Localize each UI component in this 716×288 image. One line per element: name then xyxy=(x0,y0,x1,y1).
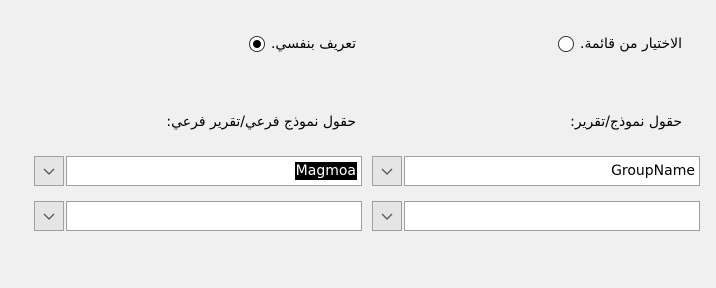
report-field-combo-2[interactable] xyxy=(404,201,700,231)
report-field-dropdown-1[interactable] xyxy=(372,156,402,186)
subreport-field-combo-2[interactable] xyxy=(66,201,362,231)
subreport-field-value-1[interactable]: Magmoa xyxy=(294,162,357,180)
subreport-fields-label: حقول نموذج فرعي/تقرير فرعي: xyxy=(166,114,356,130)
choose-from-list-option[interactable]: الاختيار من قائمة. xyxy=(558,33,682,55)
subreport-field-combo-1[interactable]: Magmoa xyxy=(66,156,362,186)
define-myself-option[interactable]: تعريف بنفسي. xyxy=(248,33,356,55)
define-myself-radio[interactable] xyxy=(248,36,265,52)
field-linker-panel: الاختيار من قائمة. تعريف بنفسي. حقول نمو… xyxy=(0,0,716,288)
chevron-down-icon xyxy=(381,168,393,175)
choose-from-list-radio[interactable] xyxy=(558,36,575,52)
subreport-field-dropdown-2[interactable] xyxy=(34,201,64,231)
report-field-combo-1[interactable]: GroupName xyxy=(404,156,700,186)
chevron-down-icon xyxy=(381,213,393,220)
chevron-down-icon xyxy=(43,168,55,175)
report-field-value-1[interactable]: GroupName xyxy=(611,162,695,180)
report-fields-label: حقول نموذج/تقرير: xyxy=(570,114,682,130)
subreport-field-dropdown-1[interactable] xyxy=(34,156,64,186)
define-myself-label: تعريف بنفسي. xyxy=(270,36,356,52)
choose-from-list-label: الاختيار من قائمة. xyxy=(580,36,682,52)
report-field-dropdown-2[interactable] xyxy=(372,201,402,231)
chevron-down-icon xyxy=(43,213,55,220)
